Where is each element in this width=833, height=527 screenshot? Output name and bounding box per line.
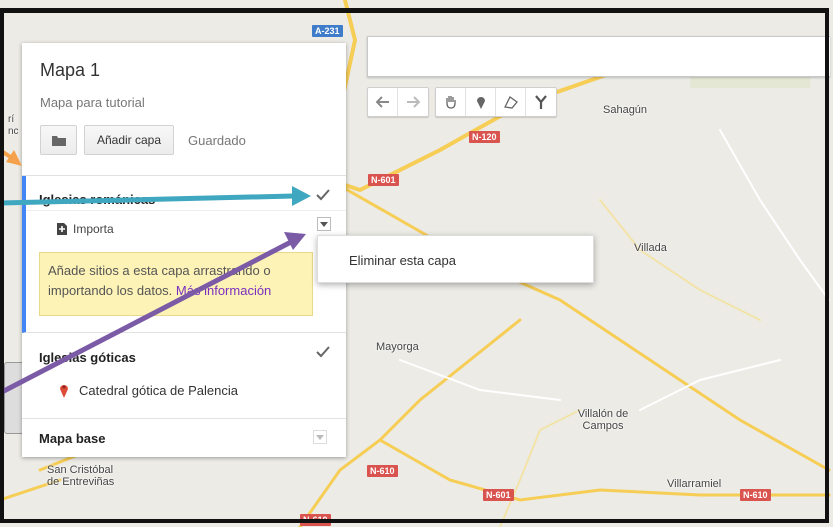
road-shield-n120: N-120: [469, 131, 500, 143]
layer-options-dropdown[interactable]: [317, 217, 331, 231]
map-label-san-cristobal: San Cristóbal de Entreviñas: [47, 464, 115, 488]
layer-goticas: Iglesias góticas Catedral gótica de Pale…: [22, 333, 346, 419]
layers-panel: Mapa 1 Mapa para tutorial Añadir capa Gu…: [22, 43, 346, 457]
base-map-section: Mapa base: [22, 419, 346, 457]
import-link[interactable]: Importa: [56, 222, 114, 236]
layer-romanicas: Iglesias románicas Importa Añade sitios …: [22, 176, 346, 333]
hand-tool-button[interactable]: [436, 88, 466, 116]
draw-line-button[interactable]: [496, 88, 526, 116]
layer-context-menu: Eliminar esta capa: [317, 235, 594, 283]
undo-icon: [375, 96, 389, 108]
redo-button[interactable]: [398, 88, 428, 116]
layer-divider: [26, 210, 346, 211]
app-frame: Sahagún Villada Mayorga Villalón de Camp…: [0, 0, 833, 527]
folder-icon: [51, 135, 66, 146]
place-item[interactable]: Catedral gótica de Palencia: [59, 382, 238, 398]
panel-header: Mapa 1 Mapa para tutorial Añadir capa Gu…: [22, 43, 346, 176]
pin-icon: [60, 385, 68, 398]
layer-title[interactable]: Iglesias románicas: [39, 192, 155, 207]
map-label-cut: rí nc: [8, 114, 19, 137]
road-shield-n601-b: N-601: [483, 489, 514, 501]
road-shield-n610-b: N-610: [300, 514, 331, 526]
tools-group: [435, 87, 557, 117]
panel-actions: Añadir capa Guardado: [40, 125, 246, 155]
road-shield-a231: A-231: [312, 25, 343, 37]
import-label: Importa: [73, 222, 114, 236]
road-shield-n601-a: N-601: [368, 174, 399, 186]
marker-icon: [476, 97, 485, 109]
layer-title[interactable]: Iglesias góticas: [39, 350, 136, 365]
menu-item-delete-layer[interactable]: Eliminar esta capa: [349, 253, 456, 268]
map-title[interactable]: Mapa 1: [40, 59, 346, 81]
layer-visibility-checkbox[interactable]: [316, 188, 330, 202]
route-button[interactable]: [526, 88, 556, 116]
place-name: Catedral gótica de Palencia: [79, 382, 238, 398]
base-map-dropdown[interactable]: [313, 430, 327, 444]
saved-status: Guardado: [188, 132, 246, 148]
undo-button[interactable]: [368, 88, 398, 116]
empty-layer-hint: Añade sitios a esta capa arrastrando o i…: [39, 252, 313, 316]
road-shield-n610-c: N-610: [740, 489, 771, 501]
map-label-villarramiel: Villarramiel: [667, 478, 722, 490]
chevron-down-icon: [320, 221, 328, 227]
import-icon: [57, 223, 67, 235]
add-layer-button[interactable]: Añadir capa: [84, 125, 174, 155]
more-info-link[interactable]: Más información: [176, 283, 271, 298]
draw-line-icon: [503, 96, 518, 109]
search-box[interactable]: [367, 36, 830, 77]
map-label-villada: Villada: [634, 242, 667, 254]
history-group: [367, 87, 429, 117]
map-description[interactable]: Mapa para tutorial: [40, 95, 346, 110]
base-map-title[interactable]: Mapa base: [39, 431, 105, 446]
map-label-mayorga: Mayorga: [376, 341, 419, 353]
map-toolbar: [367, 87, 557, 117]
route-icon: [535, 95, 547, 109]
add-marker-button[interactable]: [466, 88, 496, 116]
map-label-villalon: Villalón de Campos: [577, 408, 629, 432]
layer-visibility-checkbox[interactable]: [316, 345, 330, 359]
road-shield-n610-a: N-610: [367, 465, 398, 477]
hand-icon: [445, 96, 456, 109]
redo-icon: [407, 96, 420, 108]
map-label-sahagun: Sahagún: [603, 104, 648, 116]
chevron-down-icon: [316, 434, 324, 440]
open-folder-button[interactable]: [40, 125, 77, 155]
